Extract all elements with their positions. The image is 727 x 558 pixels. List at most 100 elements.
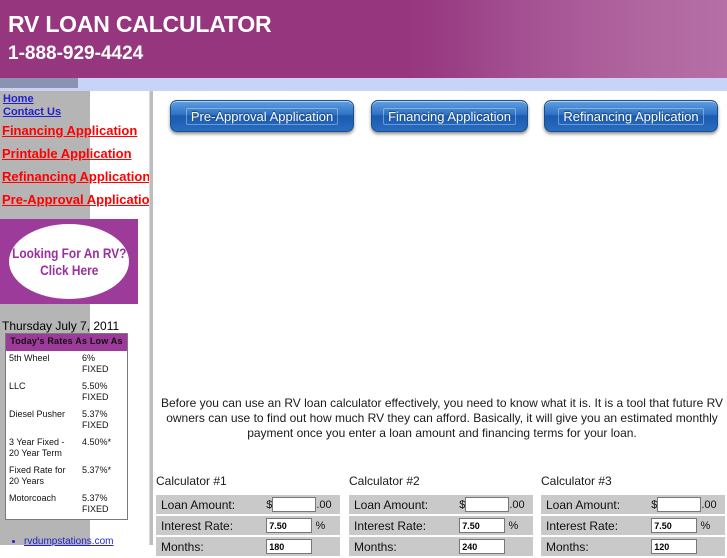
loan-amount-input[interactable] bbox=[465, 497, 510, 513]
interest-rate-field-cell: % bbox=[647, 516, 725, 535]
months-label: Months: bbox=[349, 537, 456, 556]
todays-rates-table: Today's Rates As Low As 5th Wheel 6% FIX… bbox=[5, 333, 128, 520]
rate-note: FIXED bbox=[82, 504, 109, 514]
months-input[interactable] bbox=[266, 539, 313, 555]
calculator-1: Calculator #1 Loan Amount: $ .00 Interest… bbox=[156, 474, 340, 558]
button-label: Financing Application bbox=[383, 107, 516, 125]
button-label: Pre-Approval Application bbox=[185, 107, 339, 125]
rate-percent: 5.37%* bbox=[82, 465, 112, 475]
table-row: Diesel Pusher 5.37% FIXED bbox=[6, 407, 128, 435]
calculator-title: Calculator #1 bbox=[156, 474, 227, 488]
sidebar-bottom-links: rvdumpstations.com bbox=[10, 536, 150, 547]
rate-note: FIXED bbox=[82, 420, 109, 430]
interest-rate-field-cell: % bbox=[262, 516, 340, 535]
rate-value: 5.37% FIXED bbox=[79, 491, 128, 520]
financing-application-button[interactable]: Financing Application bbox=[371, 100, 528, 132]
sidebar-item-printable-application[interactable]: Printable Application bbox=[0, 142, 160, 165]
main-content: Pre-Approval Application Financing Appli… bbox=[153, 91, 727, 556]
interest-rate-label: Interest Rate: bbox=[156, 516, 263, 535]
rate-value: 5.37% FIXED bbox=[79, 407, 128, 435]
rate-value: 5.50% FIXED bbox=[79, 379, 128, 407]
rate-percent: 4.50%* bbox=[82, 437, 112, 447]
application-button-row: Pre-Approval Application Financing Appli… bbox=[153, 100, 727, 134]
header-accent-band bbox=[0, 78, 727, 91]
calculator-fields: Loan Amount: $.00 Interest Rate: % Month… bbox=[541, 493, 725, 558]
table-row: Interest Rate: % bbox=[349, 516, 533, 535]
promo-banner-looking-for-an-rv[interactable]: Looking For An RV? Click Here bbox=[0, 219, 138, 304]
sidebar-item-financing-application[interactable]: Financing Application bbox=[0, 119, 160, 142]
calculator-3: Calculator #3 Loan Amount: $ .00 Interest… bbox=[541, 474, 725, 558]
rate-note: FIXED bbox=[82, 392, 109, 402]
months-field-cell bbox=[262, 537, 340, 556]
table-row: 3 Year Fixed - 20 Year Term 4.50%* bbox=[6, 435, 128, 463]
loan-amount-field-cell: $ .00 bbox=[647, 495, 725, 514]
rates-date: Thursday July 7, 2011 bbox=[2, 319, 120, 333]
promo-line-1: Looking For An RV? bbox=[11, 244, 127, 261]
header-accent-band-left bbox=[0, 78, 78, 88]
rates-table-header: Today's Rates As Low As bbox=[5, 333, 128, 351]
loan-amount-label: Loan Amount: bbox=[349, 495, 456, 514]
cents-suffix: .00 bbox=[701, 498, 717, 511]
button-label: Refinancing Application bbox=[558, 107, 704, 125]
loan-amount-label: Loan Amount: bbox=[156, 495, 263, 514]
interest-rate-label: Interest Rate: bbox=[349, 516, 456, 535]
percent-suffix: % bbox=[508, 519, 519, 532]
link-rvdumpstations[interactable]: rvdumpstations.com bbox=[24, 536, 113, 547]
interest-rate-field-cell: % bbox=[455, 516, 533, 535]
calculator-2: Calculator #2 Loan Amount: $ .00 Interest… bbox=[349, 474, 533, 558]
phone-number: 1-888-929-4424 bbox=[8, 43, 144, 64]
promo-line-2: Click Here bbox=[39, 261, 99, 278]
rate-value: 6% FIXED bbox=[79, 351, 128, 379]
months-label: Months: bbox=[541, 537, 648, 556]
loan-amount-input[interactable] bbox=[272, 497, 317, 513]
sidebar-nav: Home Contact Us Financing Application Pr… bbox=[0, 93, 160, 211]
months-field-cell bbox=[647, 537, 725, 556]
rate-percent: 5.37% bbox=[82, 409, 108, 419]
loan-amount-field-cell: $ .00 bbox=[262, 495, 340, 514]
table-row: 5th Wheel 6% FIXED bbox=[6, 351, 128, 379]
table-row: Months: bbox=[541, 537, 725, 556]
sidebar-item-refinancing-application[interactable]: Refinancing Application bbox=[0, 165, 160, 188]
pre-approval-application-button[interactable]: Pre-Approval Application bbox=[170, 100, 354, 132]
rate-percent: 6% bbox=[82, 353, 96, 363]
cents-suffix: .00 bbox=[509, 498, 525, 511]
rate-name: Fixed Rate for 20 Years bbox=[9, 465, 66, 486]
rate-name: Diesel Pusher bbox=[9, 409, 66, 419]
table-row: Loan Amount: $ .00 bbox=[156, 495, 340, 514]
rate-note: FIXED bbox=[82, 364, 109, 374]
sidebar-item-home[interactable]: Home bbox=[0, 93, 160, 106]
months-field-cell bbox=[455, 537, 533, 556]
sidebar-item-pre-approval-application[interactable]: Pre-Approval Application bbox=[0, 188, 160, 211]
percent-suffix: % bbox=[315, 519, 326, 532]
percent-suffix: % bbox=[700, 519, 711, 532]
interest-rate-input[interactable] bbox=[266, 518, 313, 534]
rate-name: 3 Year Fixed - 20 Year Term bbox=[9, 437, 65, 458]
months-input[interactable] bbox=[651, 539, 698, 555]
rate-value: 4.50%* bbox=[79, 435, 128, 463]
months-input[interactable] bbox=[459, 539, 506, 555]
months-label: Months: bbox=[156, 537, 263, 556]
page-title: RV LOAN CALCULATOR bbox=[8, 11, 272, 37]
loan-amount-field-cell: $ .00 bbox=[455, 495, 533, 514]
rate-percent: 5.37% bbox=[82, 493, 108, 503]
table-row: Interest Rate: % bbox=[156, 516, 340, 535]
interest-rate-input[interactable] bbox=[459, 518, 506, 534]
cents-suffix: .00 bbox=[316, 498, 332, 511]
table-row: Fixed Rate for 20 Years 5.37%* bbox=[6, 463, 128, 491]
intro-paragraph: Before you can use an RV loan calculator… bbox=[160, 396, 724, 440]
table-row: Loan Amount: $ .00 bbox=[349, 495, 533, 514]
sidebar-item-contact-us[interactable]: Contact Us bbox=[0, 106, 160, 119]
refinancing-application-button[interactable]: Refinancing Application bbox=[544, 100, 718, 132]
calculator-title: Calculator #3 bbox=[541, 474, 612, 488]
rate-name: LLC bbox=[9, 381, 26, 391]
rate-name: Motorcoach bbox=[9, 493, 57, 503]
table-row: Months: bbox=[349, 537, 533, 556]
interest-rate-input[interactable] bbox=[651, 518, 698, 534]
site-header: RV LOAN CALCULATOR 1-888-929-4424 bbox=[0, 0, 727, 78]
promo-ellipse: Looking For An RV? Click Here bbox=[9, 224, 129, 299]
rate-name: 5th Wheel bbox=[9, 353, 50, 363]
loan-amount-label: Loan Amount: bbox=[541, 495, 648, 514]
loan-amount-input[interactable] bbox=[657, 497, 702, 513]
calculator-title: Calculator #2 bbox=[349, 474, 420, 488]
interest-rate-label: Interest Rate: bbox=[541, 516, 648, 535]
